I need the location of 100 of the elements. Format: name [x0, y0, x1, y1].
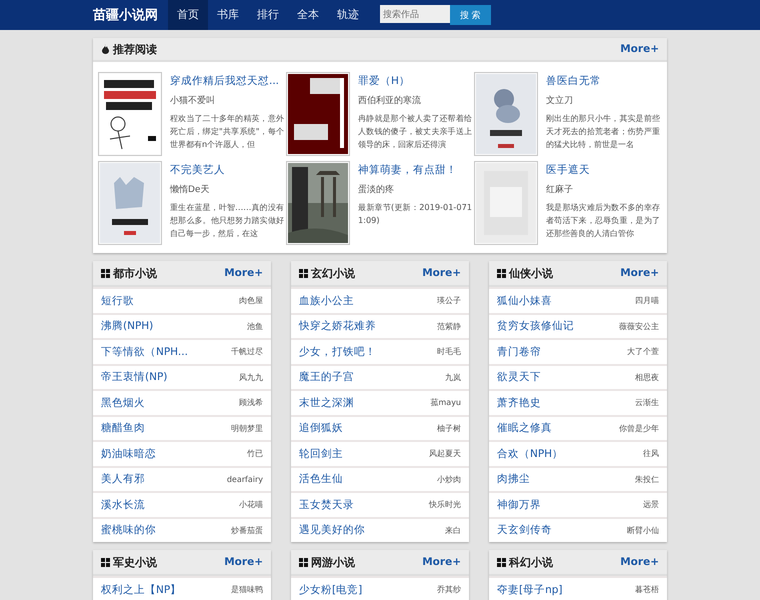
book-description: 冉静就是那个被人卖了还帮着给人数钱的傻子，被丈夫亲手送上领导的床，回家后还得演	[358, 112, 472, 151]
book-title[interactable]: 罪爱（H）	[358, 74, 472, 88]
novel-author: dearfairy	[226, 474, 263, 484]
novel-author: 薇薇安公主	[619, 320, 659, 332]
book-title[interactable]: 神算萌妻，有点甜！	[358, 163, 472, 177]
novel-title[interactable]: 肉拂尘	[497, 472, 530, 486]
novel-author: 云渐生	[635, 397, 659, 408]
novel-title[interactable]: 沸腾(NPH)	[101, 319, 154, 334]
more-link[interactable]: More+	[620, 267, 659, 279]
book-title[interactable]: 兽医白无常	[546, 74, 660, 88]
novel-author: 千帆过尽	[231, 346, 263, 358]
site-logo[interactable]: 苗疆小说网	[93, 6, 158, 24]
novel-title[interactable]: 欲灵天下	[497, 370, 541, 384]
novel-author: 风起夏天	[429, 448, 461, 460]
more-link[interactable]: More+	[422, 556, 461, 568]
novel-title[interactable]: 蜜桃味的你	[101, 523, 156, 538]
novel-author: 柚子树	[437, 422, 461, 434]
novel-title[interactable]: 权利之上【NP】	[101, 582, 182, 597]
search-button[interactable]: 搜 索	[450, 5, 491, 25]
more-link[interactable]: More+	[620, 43, 659, 55]
novel-title[interactable]: 遇见美好的你	[299, 523, 365, 538]
novel-title[interactable]: 活色生仙	[299, 472, 343, 486]
novel-title[interactable]: 短行歌	[101, 294, 134, 308]
book-description: 我是那场灾难后为数不多的幸存者苟活下来，忍辱负重，是为了还那些善良的人清白管你	[546, 201, 660, 240]
book-author: 红麻子	[546, 184, 574, 196]
more-link[interactable]: More+	[224, 267, 263, 279]
novel-title[interactable]: 末世之深渊	[299, 396, 354, 410]
book-description: 重生在蓝星，叶智……真的没有想那么多。他只想努力踏实做好自己每一步，然后，在这	[170, 201, 284, 240]
panel-title: 推荐阅读	[113, 42, 158, 56]
novel-author: 小花喵	[239, 499, 263, 510]
novel-author: 往风	[643, 448, 659, 460]
panel-title: 都市小说	[113, 266, 158, 280]
novel-title[interactable]: 快穿之娇花难养	[299, 319, 376, 334]
novel-title[interactable]: 追倒狐妖	[299, 421, 343, 436]
panel-title: 玄幻小说	[311, 266, 356, 280]
novel-author: 炒番茄蛋	[231, 524, 263, 536]
book-title[interactable]: 医手遮天	[546, 163, 660, 177]
more-link[interactable]: More+	[620, 556, 659, 568]
novel-title[interactable]: 少女粉[电竞]	[299, 582, 362, 597]
novel-author: 竹已	[247, 448, 263, 460]
novel-title[interactable]: 魔王的子宫	[299, 370, 354, 384]
nav-link[interactable]: 全本	[288, 0, 328, 30]
novel-title[interactable]: 溪水长流	[101, 498, 145, 512]
search-field[interactable]: 搜索作品	[380, 5, 450, 23]
grid-icon	[497, 268, 506, 278]
more-link[interactable]: More+	[224, 556, 263, 568]
novel-author: 大了个萱	[627, 346, 659, 358]
novel-title[interactable]: 黑色烟火	[101, 396, 145, 410]
grid-icon	[299, 268, 308, 278]
novel-title[interactable]: 萧齐艳史	[497, 396, 541, 410]
novel-title[interactable]: 青门卷帘	[497, 344, 541, 359]
novel-title[interactable]: 帝王衷情(NP)	[101, 370, 168, 384]
book-title[interactable]: 不完美艺人	[170, 163, 284, 177]
novel-title[interactable]: 下等情欲（NPH...	[101, 344, 188, 359]
novel-title[interactable]: 贫穷女孩修仙记	[497, 319, 574, 334]
novel-title[interactable]: 神御万界	[497, 498, 541, 512]
book-title[interactable]: 穿成作精后我怼天怼...	[170, 74, 284, 88]
novel-title[interactable]: 天玄剑传奇	[497, 523, 552, 538]
novel-title[interactable]: 少女，打铁吧！	[299, 344, 376, 359]
panel-title: 军史小说	[113, 554, 158, 570]
novel-title[interactable]: 合欢（NPH）	[497, 446, 564, 461]
novel-title[interactable]: 血族小公主	[299, 294, 354, 308]
novel-author: 乔其纱	[437, 584, 461, 596]
panel-title: 科幻小说	[509, 554, 554, 570]
novel-author: 顾浅希	[239, 397, 263, 408]
book-description: 程欢当了二十多年的精英，意外死亡后，绑定"共享系统"，每个世界都有n个许愿人，但	[170, 112, 284, 151]
novel-title[interactable]: 狐仙小妹喜	[497, 294, 552, 308]
novel-title[interactable]: 催眠之修真	[497, 421, 552, 436]
nav-link[interactable]: 首页	[168, 0, 208, 30]
novel-author: 肉色屋	[239, 295, 263, 306]
novel-title[interactable]: 糖醋鱼肉	[101, 421, 145, 436]
nav-link[interactable]: 排行	[248, 0, 288, 30]
grid-icon	[497, 558, 506, 566]
book-author: 懒惰De天	[170, 184, 210, 196]
novel-title[interactable]: 奶油味暗恋	[101, 446, 156, 461]
novel-author: 菰mayu	[430, 397, 461, 408]
nav-link[interactable]: 书库	[208, 0, 248, 30]
book-author: 西伯利亚的寒流	[358, 94, 422, 107]
novel-title[interactable]: 夺妻[母子np]	[497, 582, 563, 597]
novel-author: 朱投仁	[635, 474, 659, 485]
book-author: 小猫不爱叫	[170, 94, 216, 107]
nav-link[interactable]: 轨迹	[328, 0, 368, 30]
book-description: 最新章节(更新：2019-01-0711:09)	[358, 201, 472, 227]
panel-title: 网游小说	[311, 554, 356, 570]
novel-author: 四月喵	[635, 295, 659, 306]
fire-icon	[101, 44, 110, 54]
novel-author: 小炒肉	[437, 474, 461, 485]
novel-author: 明朝梦里	[231, 422, 263, 434]
novel-author: 风九九	[239, 372, 263, 383]
novel-author: 快乐时光	[429, 499, 461, 510]
novel-author: 你曾是少年	[619, 422, 659, 434]
novel-author: 来白	[445, 524, 461, 536]
novel-title[interactable]: 玉女焚天录	[299, 498, 354, 512]
novel-title[interactable]: 轮回剑主	[299, 446, 343, 461]
novel-title[interactable]: 美人有邪	[101, 472, 145, 486]
novel-author: 范紫静	[437, 320, 461, 332]
novel-author: 相思夜	[635, 372, 659, 383]
book-author: 文立刀	[546, 94, 574, 107]
more-link[interactable]: More+	[422, 267, 461, 279]
novel-author: 暮苍梧	[635, 584, 659, 596]
